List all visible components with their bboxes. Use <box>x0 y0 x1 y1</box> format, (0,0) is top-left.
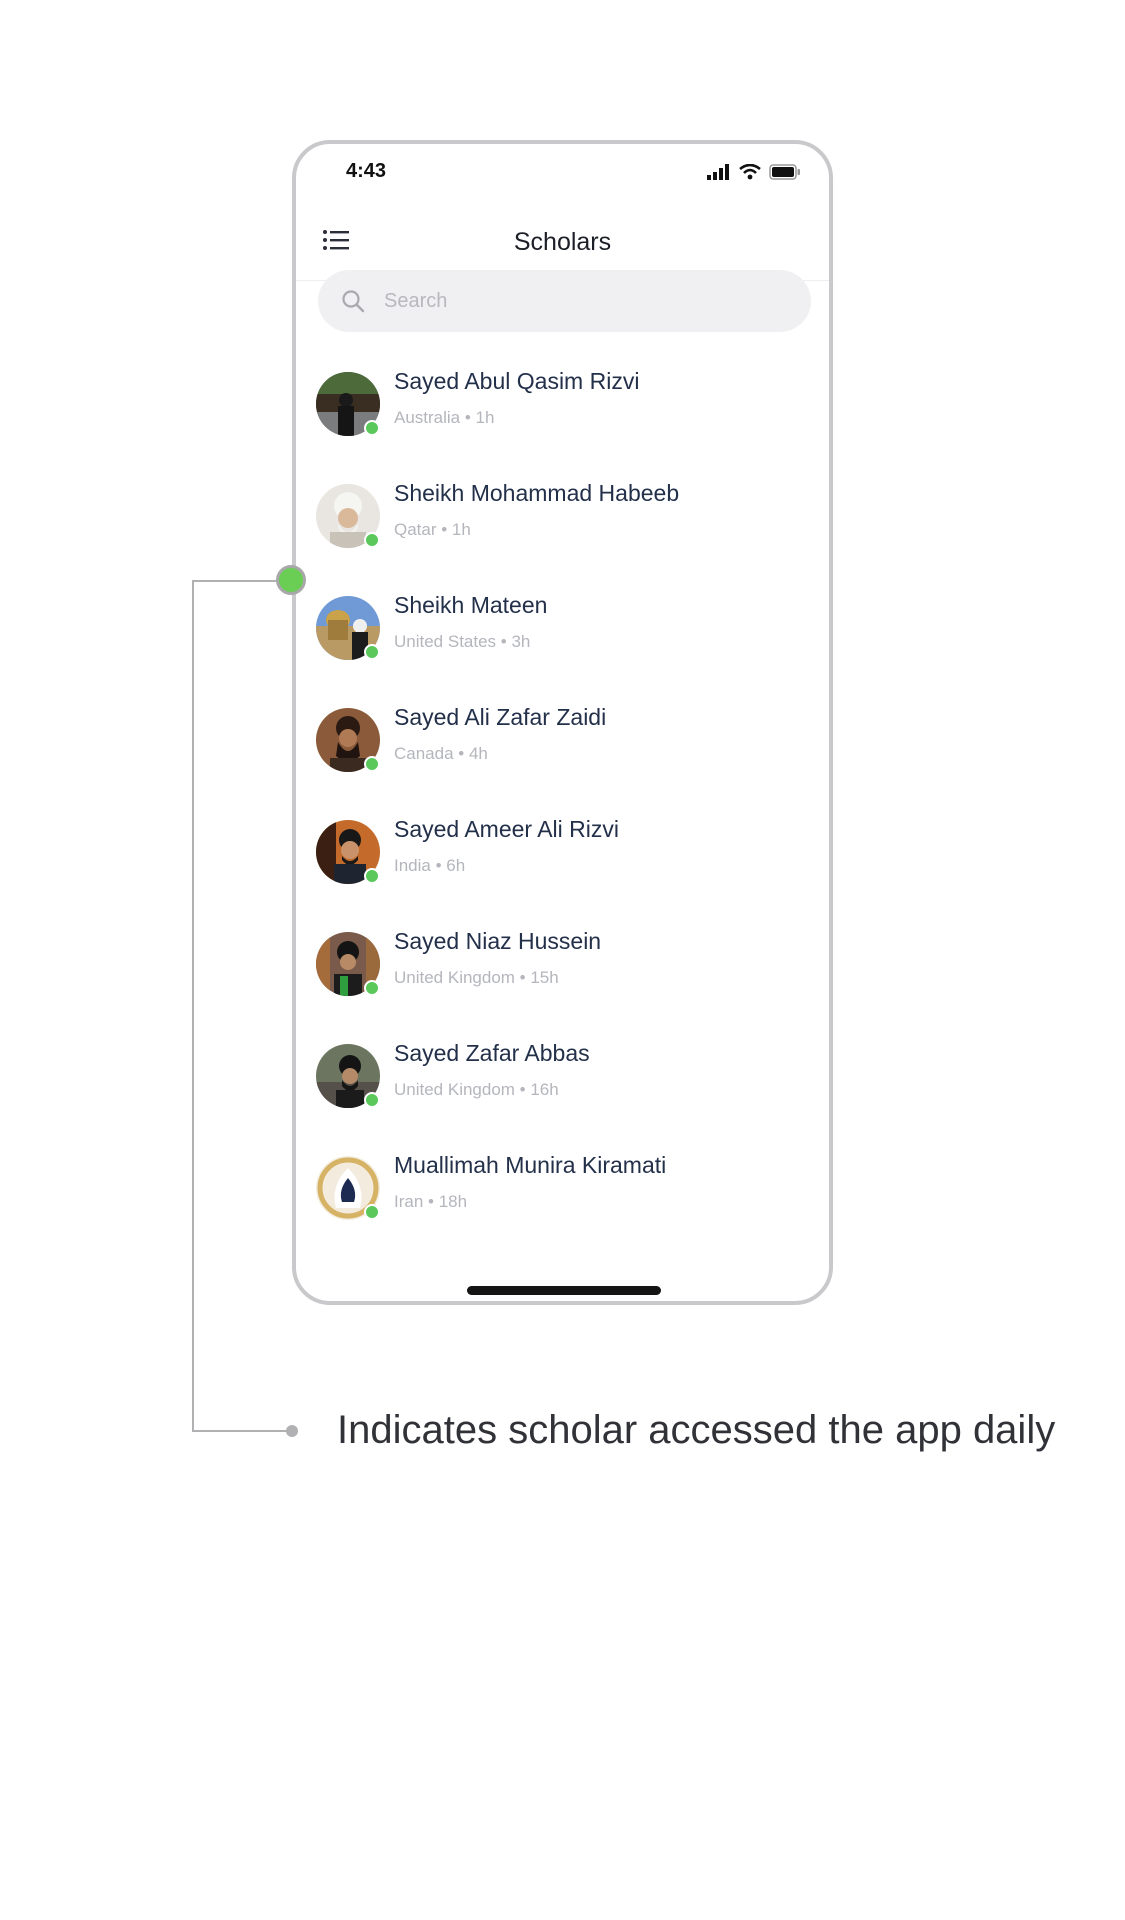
scholar-row[interactable]: Sheikh Mateen United States • 3h <box>296 588 829 700</box>
avatar-wrap <box>316 372 380 436</box>
status-time: 4:43 <box>346 160 387 182</box>
callout-end-dot <box>286 1425 298 1437</box>
annotation-text: Indicates scholar accessed the app daily <box>337 1408 1056 1452</box>
scholar-location-time: United Kingdom • 16h <box>394 1080 559 1099</box>
callout-connector-bottom <box>192 1430 290 1432</box>
scholar-list: Sayed Abul Qasim Rizvi Australia • 1h Sh… <box>296 364 829 1260</box>
scholar-name: Sayed Ameer Ali Rizvi <box>394 816 619 842</box>
online-indicator-dot <box>364 1204 380 1220</box>
avatar-wrap <box>316 1044 380 1108</box>
battery-icon <box>769 164 801 185</box>
scholar-location-time: United Kingdom • 15h <box>394 968 559 987</box>
search-bar[interactable] <box>318 270 811 332</box>
status-bar: 4:43 <box>296 144 829 204</box>
scholar-row[interactable]: Sayed Niaz Hussein United Kingdom • 15h <box>296 924 829 1036</box>
status-icons <box>707 163 801 185</box>
scholar-row[interactable]: Muallimah Munira Kiramati Iran • 18h <box>296 1148 829 1260</box>
scholar-name: Sheikh Mohammad Habeeb <box>394 480 680 506</box>
scholar-location-time: Australia • 1h <box>394 408 495 427</box>
scholar-row[interactable]: Sayed Ali Zafar Zaidi Canada • 4h <box>296 700 829 812</box>
scholar-name: Sayed Zafar Abbas <box>394 1040 590 1066</box>
scholar-row[interactable]: Sayed Abul Qasim Rizvi Australia • 1h <box>296 364 829 476</box>
scholar-row[interactable]: Sayed Zafar Abbas United Kingdom • 16h <box>296 1036 829 1148</box>
scholar-location-time: Canada • 4h <box>394 744 488 763</box>
online-indicator-dot <box>364 420 380 436</box>
scholar-name: Sheikh Mateen <box>394 592 548 618</box>
page-title: Scholars <box>513 228 612 256</box>
scholar-location-time: United States • 3h <box>394 632 531 651</box>
scholar-location-time: Iran • 18h <box>394 1192 468 1211</box>
search-input[interactable] <box>382 288 786 314</box>
scholar-location-time: Qatar • 1h <box>394 520 471 539</box>
scholar-name: Sayed Ali Zafar Zaidi <box>394 704 607 730</box>
scholar-name: Muallimah Munira Kiramati <box>394 1152 667 1178</box>
online-indicator-dot <box>364 756 380 772</box>
avatar-wrap <box>316 708 380 772</box>
avatar-wrap <box>316 596 380 660</box>
online-indicator-dot <box>364 532 380 548</box>
avatar-wrap <box>316 1156 380 1220</box>
wifi-icon <box>739 163 761 185</box>
avatar-wrap <box>316 932 380 996</box>
online-indicator-dot <box>364 980 380 996</box>
scholar-location-time: India • 6h <box>394 856 466 875</box>
cellular-signal-icon <box>707 164 731 185</box>
scholar-name: Sayed Abul Qasim Rizvi <box>394 368 640 394</box>
scholar-row[interactable]: Sayed Ameer Ali Rizvi India • 6h <box>296 812 829 924</box>
online-indicator-dot <box>364 644 380 660</box>
avatar-wrap <box>316 484 380 548</box>
home-indicator <box>467 1286 661 1295</box>
scholar-row[interactable]: Sheikh Mohammad Habeeb Qatar • 1h <box>296 476 829 588</box>
scholar-name: Sayed Niaz Hussein <box>394 928 602 954</box>
avatar-wrap <box>316 820 380 884</box>
callout-marker-dot <box>276 565 306 595</box>
callout-connector-vertical <box>192 580 194 1432</box>
online-indicator-dot <box>364 868 380 884</box>
callout-connector-top <box>192 580 278 582</box>
search-icon <box>340 288 366 314</box>
online-indicator-dot <box>364 1092 380 1108</box>
phone-frame: 4:43 Scholars Search Sayed Abul Qasim Ri… <box>292 140 833 1305</box>
